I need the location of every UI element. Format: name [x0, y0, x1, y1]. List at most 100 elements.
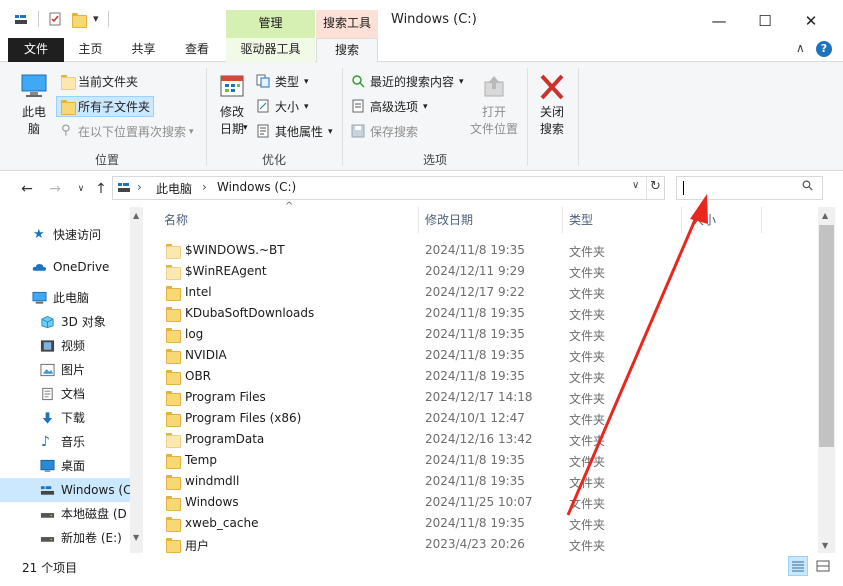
search-again-button[interactable]: ⚲ 在以下位置再次搜索 ▾	[58, 122, 198, 142]
column-header-name[interactable]: 名称	[164, 207, 188, 233]
scroll-up-icon[interactable]: ▲	[133, 211, 139, 220]
tab-view[interactable]: 查看	[170, 38, 224, 62]
forward-button[interactable]: →	[45, 180, 65, 198]
folder-icon	[166, 328, 181, 343]
table-row[interactable]: KDubaSoftDownloads 2024/11/8 19:35 文件夹	[161, 303, 821, 324]
table-row[interactable]: ProgramData 2024/12/16 13:42 文件夹	[161, 429, 821, 450]
breadcrumb-this-pc[interactable]: 此电脑	[156, 180, 192, 197]
table-row[interactable]: xweb_cache 2024/11/8 19:35 文件夹	[161, 513, 821, 534]
properties-list-icon	[257, 124, 269, 138]
up-button[interactable]: ↑	[91, 180, 111, 198]
recent-searches-button[interactable]: 最近的搜索内容 ▾	[351, 72, 471, 92]
column-separator[interactable]	[681, 207, 682, 233]
nav-item-onedrive[interactable]: OneDrive	[0, 255, 130, 279]
open-file-location-button[interactable]: 打开 文件位置	[466, 70, 522, 146]
scroll-up-icon[interactable]: ▲	[822, 211, 828, 220]
table-row[interactable]: Intel 2024/12/17 9:22 文件夹	[161, 282, 821, 303]
file-list-scrollbar[interactable]: ▲ ▼	[818, 207, 835, 553]
nav-item-documents[interactable]: 文档	[0, 382, 130, 406]
nav-item-quick-access[interactable]: ★ 快速访问	[0, 223, 130, 247]
date-modified-button[interactable]: 修改 日期 ▾	[212, 70, 252, 146]
address-dropdown-button[interactable]: ∨	[632, 180, 639, 191]
details-view-button[interactable]	[788, 556, 808, 576]
this-pc-label-1: 此电	[21, 105, 46, 119]
scroll-down-icon[interactable]: ▼	[822, 541, 828, 550]
tab-home[interactable]: 主页	[64, 38, 117, 62]
nav-item-new-volume-e[interactable]: 新加卷 (E:)	[0, 526, 130, 550]
file-type: 文件夹	[569, 266, 606, 280]
table-row[interactable]: Temp 2024/11/8 19:35 文件夹	[161, 450, 821, 471]
recent-locations-button[interactable]: ∨	[71, 180, 91, 198]
table-row[interactable]: NVIDIA 2024/11/8 19:35 文件夹	[161, 345, 821, 366]
text-caret	[683, 181, 684, 195]
tab-share[interactable]: 共享	[117, 38, 170, 62]
refresh-button[interactable]: ↻	[650, 179, 661, 194]
close-button[interactable]: ✕	[788, 6, 834, 36]
nav-item-pictures[interactable]: 图片	[0, 358, 130, 382]
save-search-button[interactable]: 保存搜索	[351, 122, 431, 142]
file-list: ^ 名称 修改日期 类型 大小 $WINDOWS.~BT 2024/11/8 19…	[147, 201, 843, 555]
large-icons-view-button[interactable]	[814, 557, 834, 577]
table-row[interactable]: $WINDOWS.~BT 2024/11/8 19:35 文件夹	[161, 240, 821, 261]
breadcrumb-separator[interactable]: ›	[202, 180, 207, 194]
column-header-type[interactable]: 类型	[569, 207, 593, 233]
type-button[interactable]: 类型 ▾	[256, 72, 326, 92]
breadcrumb-windows-c[interactable]: Windows (C:)	[217, 180, 296, 194]
file-name: ProgramData	[185, 432, 265, 446]
quick-access-dropdown[interactable]: ▾	[93, 12, 99, 25]
properties-icon[interactable]	[48, 12, 62, 26]
divider	[646, 177, 647, 199]
search-box[interactable]: ⚲	[676, 176, 823, 200]
tab-drive-tools[interactable]: 驱动器工具	[226, 38, 315, 62]
close-search-button[interactable]: 关闭 搜索	[532, 70, 572, 146]
table-row[interactable]: Windows 2024/11/25 10:07 文件夹	[161, 492, 821, 513]
group-separator	[527, 68, 528, 166]
column-separator[interactable]	[418, 207, 419, 233]
nav-item-downloads[interactable]: 下载	[0, 406, 130, 430]
close-search-label-1: 关闭	[539, 105, 564, 119]
new-folder-icon[interactable]	[72, 13, 87, 28]
address-box[interactable]: › 此电脑 › Windows (C:) ∨ ↻	[112, 176, 665, 200]
nav-item-this-pc[interactable]: 此电脑	[0, 286, 130, 310]
table-row[interactable]: log 2024/11/8 19:35 文件夹	[161, 324, 821, 345]
nav-item-videos[interactable]: 视频	[0, 334, 130, 358]
maximize-button[interactable]: ☐	[742, 6, 788, 36]
size-button[interactable]: 大小 ▾	[256, 97, 326, 117]
nav-scrollbar[interactable]: ▲ ▼	[130, 207, 143, 553]
table-row[interactable]: windmdll 2024/11/8 19:35 文件夹	[161, 471, 821, 492]
table-row[interactable]: OBR 2024/11/8 19:35 文件夹	[161, 366, 821, 387]
column-separator[interactable]	[562, 207, 563, 233]
all-subfolders-button[interactable]: 所有子文件夹	[56, 96, 154, 117]
context-tab-manage[interactable]: 管理	[226, 10, 315, 38]
this-pc-button[interactable]: 此电 脑	[14, 70, 54, 146]
current-folder-button[interactable]: 当前文件夹	[58, 72, 158, 92]
column-header-date[interactable]: 修改日期	[425, 207, 473, 233]
nav-item-3d-objects[interactable]: 3D 对象	[0, 310, 130, 334]
table-row[interactable]: 用户 2023/4/23 20:26 文件夹	[161, 534, 821, 555]
tab-search[interactable]: 搜索	[316, 38, 378, 63]
nav-item-desktop[interactable]: 桌面	[0, 454, 130, 478]
scrollbar-thumb[interactable]	[819, 225, 834, 447]
minimize-button[interactable]: —	[696, 6, 742, 36]
nav-label: 此电脑	[53, 291, 90, 305]
nav-item-local-disk-d[interactable]: 本地磁盘 (D	[0, 502, 130, 526]
search-icon[interactable]: ⚲	[799, 177, 818, 196]
group-label-refine: 优化	[261, 153, 286, 167]
nav-item-windows-c[interactable]: Windows (C	[0, 478, 130, 502]
nav-item-music[interactable]: ♪ 音乐	[0, 430, 130, 454]
folder-icon	[166, 307, 181, 322]
column-header-size[interactable]: 大小	[692, 207, 716, 233]
table-row[interactable]: $WinREAgent 2024/12/11 9:29 文件夹	[161, 261, 821, 282]
breadcrumb-separator[interactable]: ›	[137, 180, 142, 194]
column-separator[interactable]	[761, 207, 762, 233]
back-button[interactable]: ←	[17, 180, 37, 198]
context-tab-search-tools[interactable]: 搜索工具	[316, 10, 378, 38]
collapse-ribbon-button[interactable]: ∧	[796, 41, 805, 55]
tab-file[interactable]: 文件	[8, 38, 64, 62]
other-properties-button[interactable]: 其他属性 ▾	[256, 122, 346, 142]
advanced-options-button[interactable]: 高级选项 ▾	[351, 97, 441, 117]
table-row[interactable]: Program Files (x86) 2024/10/1 12:47 文件夹	[161, 408, 821, 429]
help-button[interactable]: ?	[816, 41, 832, 57]
table-row[interactable]: Program Files 2024/12/17 14:18 文件夹	[161, 387, 821, 408]
scroll-down-icon[interactable]: ▼	[133, 533, 139, 542]
